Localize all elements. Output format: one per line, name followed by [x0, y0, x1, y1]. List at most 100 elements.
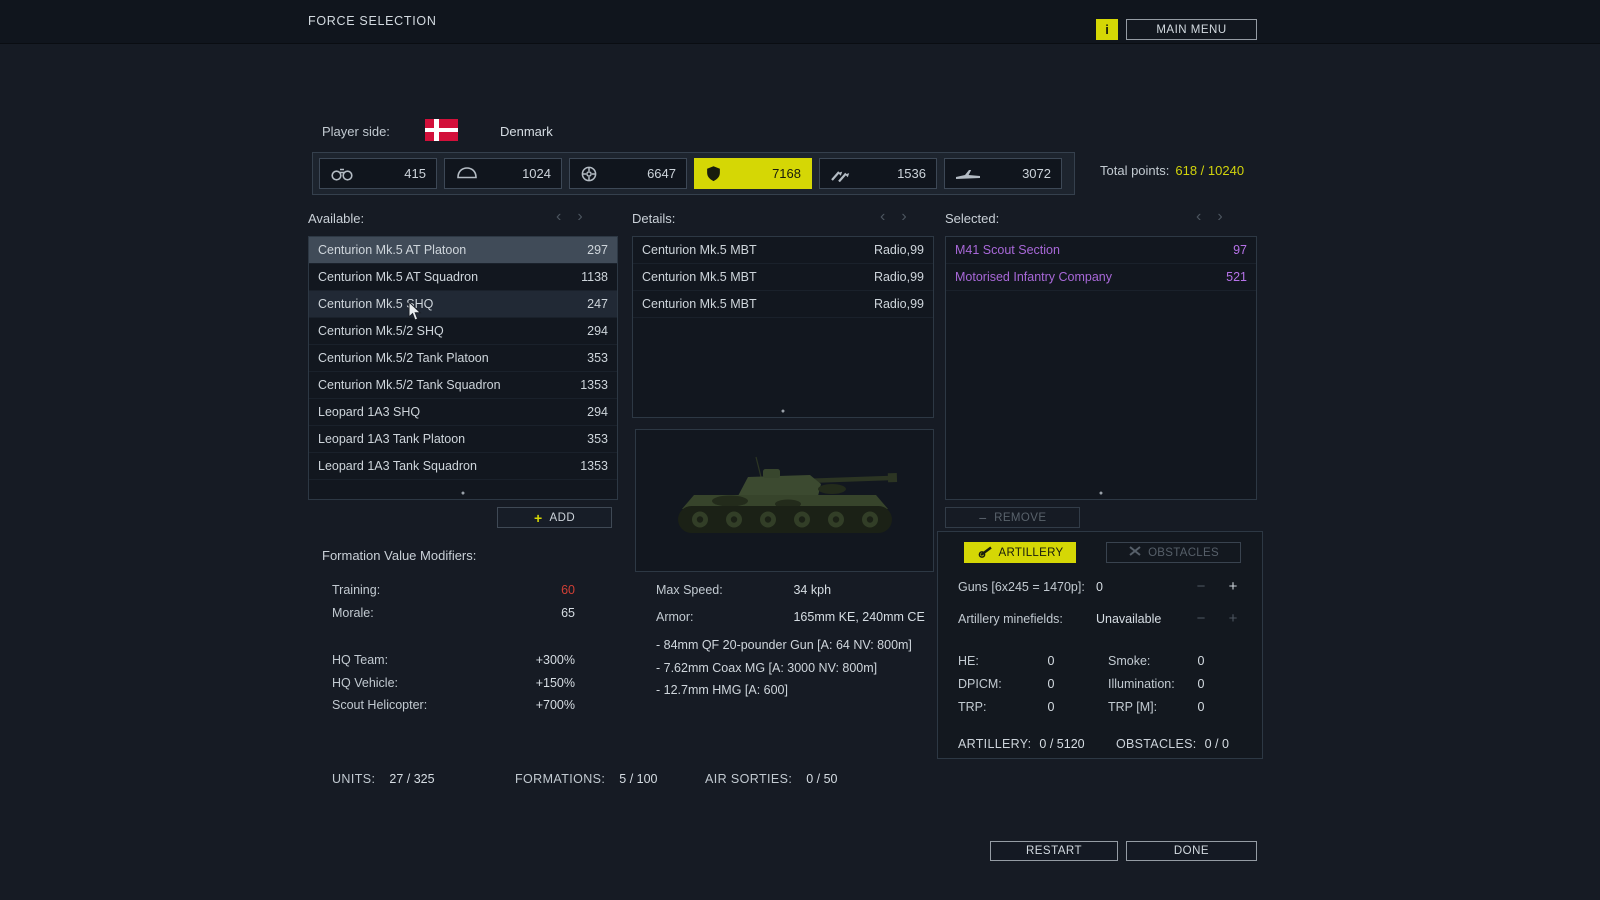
available-unit-row[interactable]: Leopard 1A3 Tank Platoon 353: [309, 426, 617, 453]
modifier-row: HQ Team: +300%: [332, 653, 575, 676]
unit-name: Leopard 1A3 SHQ: [318, 405, 420, 419]
prev-page-button[interactable]: ‹: [556, 210, 561, 224]
stat-value: 34 kph: [793, 583, 831, 597]
restart-button[interactable]: RESTART: [990, 841, 1118, 861]
modifier-label: HQ Vehicle:: [332, 676, 398, 699]
prev-page-button[interactable]: ‹: [880, 210, 885, 224]
details-pager: ‹ ›: [880, 210, 907, 224]
category-armor-button[interactable]: 7168: [694, 158, 812, 189]
unit-name: Centurion Mk.5 SHQ: [318, 297, 433, 311]
ammo-value: 0: [1047, 677, 1054, 691]
ammo-label: Smoke:: [1108, 654, 1194, 668]
next-page-button[interactable]: ›: [1217, 210, 1222, 224]
air-sorties-label: AIR SORTIES:: [705, 772, 792, 786]
ammo-value: 0: [1047, 700, 1054, 714]
unit-equipment: Radio,99: [874, 297, 924, 311]
units-total: UNITS:27 / 325: [332, 772, 435, 786]
ammo-label: Illumination:: [1108, 677, 1194, 691]
minus-icon: −: [979, 510, 988, 526]
ammo-label: DPICM:: [958, 677, 1044, 691]
ammo-row: HE: 0: [958, 654, 1094, 677]
available-unit-row[interactable]: Centurion Mk.5/2 SHQ 294: [309, 318, 617, 345]
add-button-label: ADD: [550, 512, 575, 524]
units-value: 27 / 325: [389, 772, 434, 786]
details-list: ● Centurion Mk.5 MBT Radio,99 Centurion …: [632, 236, 934, 418]
minefields-increment-button[interactable]: +: [1222, 610, 1244, 627]
player-country: Denmark: [500, 124, 553, 139]
unit-name: Centurion Mk.5/2 Tank Platoon: [318, 351, 489, 365]
available-unit-row[interactable]: Centurion Mk.5/2 Tank Squadron 1353: [309, 372, 617, 399]
available-unit-row[interactable]: Leopard 1A3 SHQ 294: [309, 399, 617, 426]
details-unit-row[interactable]: Centurion Mk.5 MBT Radio,99: [633, 264, 933, 291]
category-infantry-button[interactable]: 1024: [444, 158, 562, 189]
next-page-button[interactable]: ›: [577, 210, 582, 224]
minefields-row: Artillery minefields: Unavailable − +: [938, 612, 1264, 632]
category-recon-button[interactable]: 415: [319, 158, 437, 189]
selected-unit-row[interactable]: M41 Scout Section 97: [946, 237, 1256, 264]
main-menu-button[interactable]: MAIN MENU: [1126, 19, 1257, 40]
modifiers-list: Training: 60 Morale: 65 HQ Team: +300% H…: [332, 583, 575, 721]
unit-cost: 353: [587, 351, 608, 365]
category-points: 7168: [772, 166, 801, 181]
available-unit-row[interactable]: Centurion Mk.5 AT Squadron 1138: [309, 264, 617, 291]
available-unit-row[interactable]: Centurion Mk.5 SHQ 247: [309, 291, 617, 318]
category-points: 3072: [1022, 166, 1051, 181]
ammo-value: 0: [1047, 654, 1054, 668]
ammo-label: TRP:: [958, 700, 1044, 714]
total-points: Total points:618 / 10240: [1100, 163, 1244, 178]
jet-icon: [955, 167, 981, 181]
artillery-tab[interactable]: ARTILLERY: [964, 542, 1076, 563]
artillery-tab-label: ARTILLERY: [999, 547, 1064, 559]
unit-equipment: Radio,99: [874, 243, 924, 257]
unit-cost: 97: [1233, 243, 1247, 257]
ammo-label: TRP [M]:: [1108, 700, 1194, 714]
guns-decrement-button[interactable]: −: [1190, 578, 1212, 595]
ammo-label: HE:: [958, 654, 1044, 668]
crossed-tools-icon: [1128, 545, 1142, 560]
stat-value: 165mm KE, 240mm CE: [793, 610, 924, 624]
artillery-total-label: ARTILLERY:: [958, 737, 1031, 751]
modifier-value: 60: [561, 583, 575, 606]
available-unit-row[interactable]: Centurion Mk.5 AT Platoon 297: [309, 237, 617, 264]
category-points: 1536: [897, 166, 926, 181]
artillery-total-value: 0 / 5120: [1039, 737, 1084, 751]
page-indicator-dot: ●: [946, 490, 1256, 497]
info-button[interactable]: i: [1096, 19, 1118, 40]
done-button[interactable]: DONE: [1126, 841, 1257, 861]
add-button[interactable]: + ADD: [497, 507, 612, 528]
modifier-value: +150%: [536, 676, 575, 699]
guns-value: 0: [1096, 580, 1103, 594]
modifier-value: 65: [561, 606, 575, 629]
obstacles-tab[interactable]: OBSTACLES: [1106, 542, 1241, 563]
details-unit-row[interactable]: Centurion Mk.5 MBT Radio,99: [633, 291, 933, 318]
ammo-value: 0: [1197, 654, 1204, 668]
obstacles-tab-label: OBSTACLES: [1148, 547, 1219, 559]
category-air-button[interactable]: 3072: [944, 158, 1062, 189]
unit-name: M41 Scout Section: [955, 243, 1060, 257]
missiles-icon: [830, 165, 852, 182]
modifier-value: +700%: [536, 698, 575, 721]
selected-unit-row[interactable]: Motorised Infantry Company 521: [946, 264, 1256, 291]
category-antitank-button[interactable]: 1536: [819, 158, 937, 189]
prev-page-button[interactable]: ‹: [1196, 210, 1201, 224]
available-unit-row[interactable]: Leopard 1A3 Tank Squadron 1353: [309, 453, 617, 480]
total-points-label: Total points:: [1100, 163, 1169, 178]
category-points: 415: [404, 166, 426, 181]
unit-name: Centurion Mk.5 AT Squadron: [318, 270, 478, 284]
available-unit-row[interactable]: Centurion Mk.5/2 Tank Platoon 353: [309, 345, 617, 372]
available-list: ● Centurion Mk.5 AT Platoon 297 Centurio…: [308, 236, 618, 500]
modifier-row: HQ Vehicle: +150%: [332, 676, 575, 699]
ammo-row: TRP: 0: [958, 700, 1094, 723]
guns-label: Guns [6x245 = 1470p]:: [958, 580, 1085, 594]
cannon-icon: [977, 545, 993, 561]
unit-cost: 247: [587, 297, 608, 311]
unit-name: Centurion Mk.5/2 SHQ: [318, 324, 444, 338]
remove-button[interactable]: − REMOVE: [945, 507, 1080, 528]
guns-increment-button[interactable]: +: [1222, 578, 1244, 595]
ammo-grid: HE: 0 Smoke: 0 DPICM: 0 Illumination: 0: [958, 654, 1244, 723]
obstacles-total-label: OBSTACLES:: [1116, 737, 1197, 751]
next-page-button[interactable]: ›: [901, 210, 906, 224]
minefields-decrement-button[interactable]: −: [1190, 610, 1212, 627]
details-unit-row[interactable]: Centurion Mk.5 MBT Radio,99: [633, 237, 933, 264]
category-vehicles-button[interactable]: 6647: [569, 158, 687, 189]
